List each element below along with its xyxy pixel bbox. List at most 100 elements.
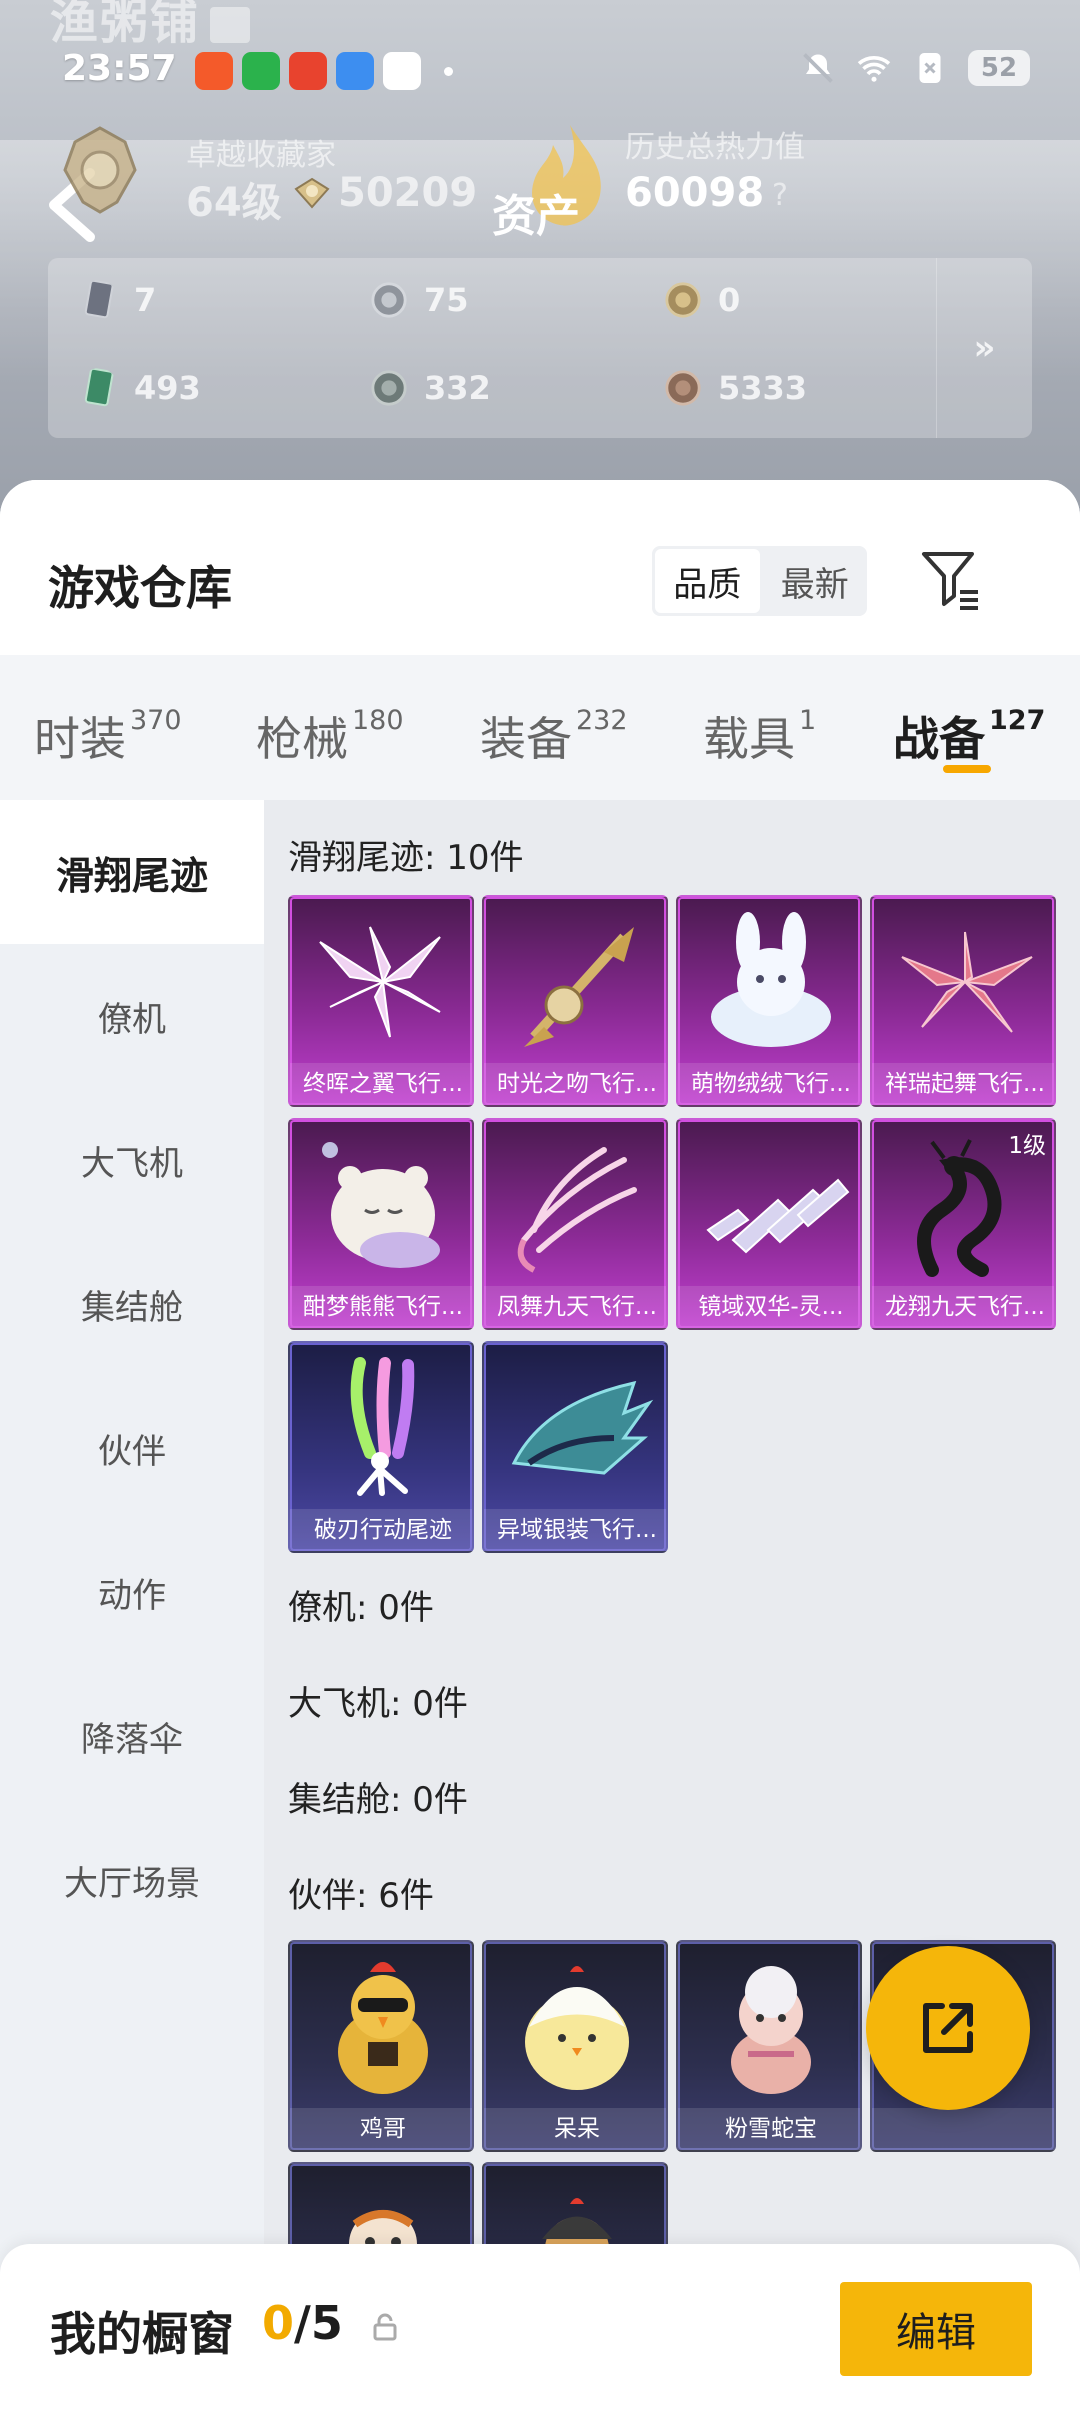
system-icons: 52 <box>800 50 1030 86</box>
item-card[interactable]: 异域银装飞行... <box>482 1341 668 1553</box>
gray-coin-icon <box>371 370 407 406</box>
app-notif-icon <box>195 52 233 90</box>
showcase-bar: 我的橱窗 0/5 编辑 <box>0 2244 1080 2412</box>
showcase-total: /5 <box>294 2296 343 2350</box>
item-level-badge: 1级 <box>1008 1133 1046 1159</box>
currency-value: 7 <box>134 281 157 319</box>
item-name: 祥瑞起舞飞行... <box>872 1063 1054 1105</box>
item-name <box>872 2108 1054 2150</box>
item-card[interactable]: 凤舞九天飞行... <box>482 1118 668 1330</box>
tab-label: 枪械 <box>256 712 348 766</box>
tab-vehicles[interactable]: 载具 1 <box>703 703 816 769</box>
tab-equipment[interactable]: 装备 232 <box>480 703 628 769</box>
subcategory-sidebar: 滑翔尾迹 僚机 大飞机 集结舱 伙伴 动作 降落伞 大厅场景 <box>0 800 264 2412</box>
silver-coin-icon <box>371 282 407 318</box>
tab-label: 战备 <box>893 712 985 766</box>
currency-value: 493 <box>134 369 201 407</box>
item-card[interactable]: 破刃行动尾迹 <box>288 1341 474 1553</box>
showcase-title: 我的橱窗 <box>50 2307 234 2361</box>
help-icon[interactable]: ? <box>772 178 788 213</box>
tab-firearms[interactable]: 枪械 180 <box>256 703 404 769</box>
sidebar-item-parachute[interactable]: 降落伞 <box>0 1664 264 1808</box>
tab-combat-gear[interactable]: 战备 127 <box>893 703 1045 769</box>
status-bar: 23:57 52 <box>0 40 1080 100</box>
item-name: 凤舞九天飞行... <box>484 1286 666 1328</box>
item-name: 呆呆 <box>484 2108 666 2150</box>
sidebar-item-emote[interactable]: 动作 <box>0 1520 264 1664</box>
golden-scepter-icon <box>524 927 634 1047</box>
currency-value: 0 <box>718 281 741 319</box>
item-card[interactable]: 祥瑞起舞飞行... <box>870 895 1056 1107</box>
swap-icon[interactable] <box>210 7 251 43</box>
item-name: 粉雪蛇宝 <box>678 2108 860 2150</box>
chicken-icon <box>338 1962 428 2094</box>
item-name: 萌物绒绒飞行... <box>678 1063 860 1105</box>
item-card[interactable]: 终晖之翼飞行... <box>288 895 474 1107</box>
mute-icon <box>803 53 833 83</box>
crystal-shards-icon <box>706 1178 850 1254</box>
rank-coin-value: 50209 <box>338 170 478 216</box>
item-name: 酣梦熊熊飞行... <box>290 1286 472 1328</box>
filter-icon[interactable] <box>920 548 982 614</box>
sidebar-item-glide-trail[interactable]: 滑翔尾迹 <box>0 800 264 944</box>
section-title-wingman: 僚机: 0件 <box>288 1588 434 1628</box>
item-card[interactable]: 鸡哥 <box>288 1940 474 2152</box>
sidebar-item-wingman[interactable]: 僚机 <box>0 944 264 1088</box>
tab-count: 180 <box>352 705 404 736</box>
browser-notif-icon <box>383 52 421 90</box>
assets-label: 资产 <box>492 191 580 242</box>
smoke-skydiver-icon <box>350 1357 415 1496</box>
section-title-partner: 伙伴: 6件 <box>288 1876 434 1916</box>
status-time: 23:57 <box>62 48 177 89</box>
sidebar-item-lobby-scene[interactable]: 大厅场景 <box>0 1808 264 1952</box>
share-fab-button[interactable] <box>866 1946 1030 2110</box>
lock-icon <box>373 2313 397 2341</box>
tab-count: 1 <box>799 705 817 736</box>
currency-value: 5333 <box>718 369 808 407</box>
currency-item: 75 <box>370 280 469 320</box>
section-title-glide-trail: 滑翔尾迹: 10件 <box>288 838 524 878</box>
sleeping-bear-icon <box>322 1142 440 1268</box>
expand-currencies-button[interactable]: » <box>936 258 1032 438</box>
item-card[interactable]: 粉雪蛇宝 <box>676 1940 862 2152</box>
sim-off-icon <box>919 53 941 83</box>
item-card[interactable]: 酣梦熊熊飞行... <box>288 1118 474 1330</box>
heat-label: 历史总热力值 <box>625 130 805 165</box>
notification-icons <box>195 52 453 90</box>
currency-item: 332 <box>370 368 491 408</box>
sort-newest-button[interactable]: 最新 <box>763 546 868 616</box>
section-title-big-plane: 大飞机: 0件 <box>288 1684 468 1724</box>
currency-panel: 7 75 0 493 332 5333 » <box>48 258 1032 438</box>
pink-snake-icon <box>731 1966 811 2094</box>
sort-quality-button[interactable]: 品质 <box>655 549 760 613</box>
item-name: 镜域双华-灵... <box>678 1286 860 1328</box>
more-dot-icon <box>444 66 453 76</box>
currency-item: 0 <box>664 280 740 320</box>
item-card[interactable]: 呆呆 <box>482 1940 668 2152</box>
battery-indicator: 52 <box>968 50 1030 86</box>
item-grid-area: 滑翔尾迹: 10件 终晖之翼飞行... 时光之吻飞行... 萌物绒绒飞行... … <box>264 800 1080 2412</box>
item-card[interactable]: 萌物绒绒飞行... <box>676 895 862 1107</box>
currency-item: 5333 <box>664 368 807 408</box>
tab-fashion[interactable]: 时装 370 <box>34 703 182 769</box>
sidebar-item-big-plane[interactable]: 大飞机 <box>0 1088 264 1232</box>
profile-header: 渔粥铺 23:57 52 卓越收藏家 64级 50209 资产 历史总热力值 6… <box>0 0 1080 520</box>
gold-coin-icon <box>665 282 701 318</box>
item-card[interactable]: 时光之吻飞行... <box>482 895 668 1107</box>
sidebar-item-partner[interactable]: 伙伴 <box>0 1376 264 1520</box>
tab-label: 时装 <box>34 712 126 766</box>
tab-label: 装备 <box>480 712 572 766</box>
sidebar-item-capsule[interactable]: 集结舱 <box>0 1232 264 1376</box>
category-tabs: 时装 370 枪械 180 装备 232 载具 1 战备 127 <box>0 655 1080 800</box>
chick-icon <box>525 1966 629 2090</box>
heat-value: 60098 <box>625 170 765 216</box>
ticket-icon <box>84 368 114 407</box>
edit-button[interactable]: 编辑 <box>840 2282 1032 2376</box>
rank-level: 64级 <box>186 180 282 226</box>
item-name: 龙翔九天飞行... <box>872 1286 1054 1328</box>
item-card[interactable]: 镜域双华-灵... <box>676 1118 862 1330</box>
weather-notif-icon <box>336 52 374 90</box>
alarm-notif-icon <box>289 52 327 90</box>
rank-title: 卓越收藏家 <box>186 138 336 173</box>
item-card[interactable]: 1级 龙翔九天飞行... <box>870 1118 1056 1330</box>
